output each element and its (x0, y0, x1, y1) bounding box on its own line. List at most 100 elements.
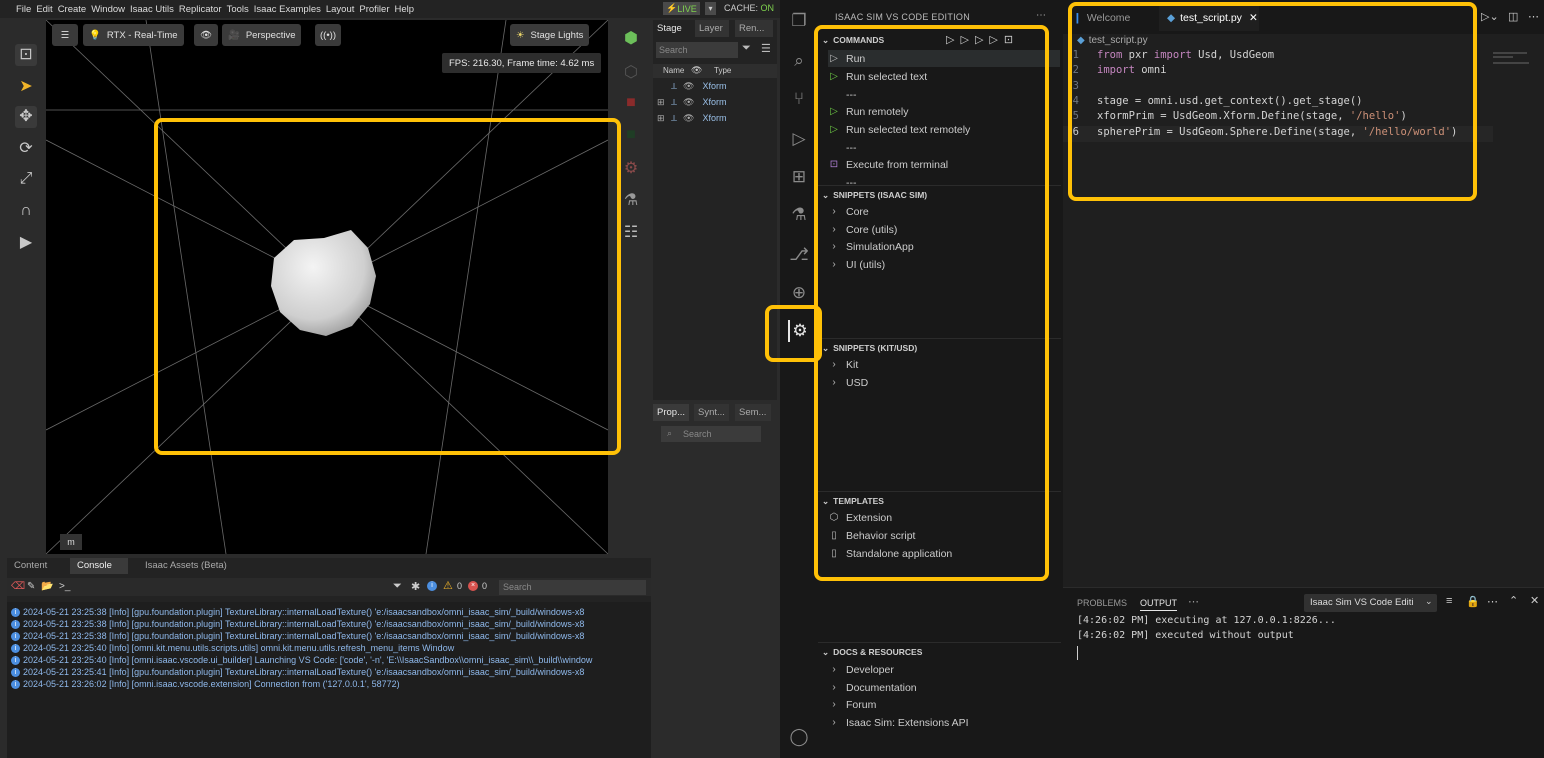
folder-icon[interactable]: 📂 (41, 581, 53, 592)
live-dropdown-button[interactable]: ▾ (705, 2, 716, 15)
select-arrow-icon[interactable]: ➤ (15, 76, 37, 98)
render-mode-button[interactable]: 💡 RTX - Real-Time (83, 24, 184, 46)
terminal-icon[interactable]: >_ (59, 581, 70, 592)
menu-profiler[interactable]: Profiler (359, 4, 389, 15)
snippet-usd[interactable]: › USD (828, 374, 868, 391)
run-selected-remote-icon[interactable]: ▷ (989, 34, 1003, 46)
output-channel-select[interactable]: Isaac Sim VS Code Editi (1304, 594, 1437, 612)
tab-content[interactable]: Content (7, 558, 54, 574)
list-icon[interactable]: ≡ (1446, 595, 1452, 607)
viewport[interactable]: ☰ 💡 RTX - Real-Time 👁 🎥 Perspective ((•)) … (46, 20, 608, 554)
stage-row[interactable]: ⊞ ⟂ 👁 Xform (657, 95, 726, 109)
visibility-icon[interactable]: 👁 (683, 113, 694, 124)
templates-header[interactable]: ⌄ TEMPLATES (822, 493, 884, 509)
run-selected-icon[interactable]: ▷ (960, 34, 974, 46)
filter-icon[interactable]: ⏷ (393, 580, 402, 593)
more-actions-icon[interactable]: ⋯ (1036, 10, 1046, 21)
menu-edit[interactable]: Edit (36, 4, 52, 15)
snap-select-icon[interactable]: ⊡ (15, 44, 37, 66)
snippets-isaac-header[interactable]: ⌄ SNIPPETS (ISAAC SIM) (822, 187, 927, 203)
tab-render[interactable]: Ren... (735, 20, 773, 37)
cube-dark-icon[interactable]: ■ (620, 124, 642, 146)
broadcast-icon[interactable]: ((•)) (315, 24, 341, 46)
error-icon[interactable]: × (468, 581, 478, 591)
menu-icon[interactable]: ☰ (761, 42, 771, 55)
command-run-selected[interactable]: ▷ Run selected text (828, 68, 927, 85)
tab-output[interactable]: OUTPUT (1140, 598, 1177, 611)
more-actions-icon[interactable]: ⋯ (1528, 10, 1539, 23)
snippet-core[interactable]: › Core (828, 203, 868, 220)
docs-developer[interactable]: › Developer (828, 661, 894, 678)
account-icon[interactable]: ◯ (788, 726, 810, 748)
stage-row[interactable]: ⊞ ⟂ 👁 Xform (657, 111, 726, 125)
snippets-kit-header[interactable]: ⌄ SNIPPETS (KIT/USD) (822, 340, 917, 356)
tab-console[interactable]: Console (70, 558, 128, 574)
split-editor-icon[interactable]: ◫ (1508, 10, 1518, 23)
menu-replicator[interactable]: Replicator (179, 4, 222, 15)
run-remote-icon[interactable]: ▷ (975, 34, 989, 46)
tab-semantics[interactable]: Sem... (735, 404, 771, 421)
docs-extensions-api[interactable]: › Isaac Sim: Extensions API (828, 714, 968, 731)
live-button[interactable]: ⚡ LIVE (663, 2, 700, 15)
tab-synthetic[interactable]: Synt... (694, 404, 729, 421)
remote-icon[interactable]: ⊕ (788, 282, 810, 304)
command-run-remotely[interactable]: ▷ Run remotely (828, 103, 908, 120)
template-extension[interactable]: ⬡ Extension (828, 509, 893, 526)
command-run[interactable]: ▷ Run (828, 50, 1060, 67)
snippet-kit[interactable]: › Kit (828, 356, 858, 373)
commands-header[interactable]: ⌄ COMMANDS (822, 32, 884, 48)
expand-icon[interactable]: ⊞ (657, 97, 671, 108)
tab-isaac-assets[interactable]: Isaac Assets (Beta) (138, 558, 234, 574)
lock-icon[interactable]: 🔒 (1466, 595, 1480, 608)
docs-header[interactable]: ⌄ DOCS & RESOURCES (822, 644, 922, 660)
visibility-icon[interactable]: 👁 (683, 97, 694, 108)
menu-help[interactable]: Help (394, 4, 414, 15)
template-standalone[interactable]: ▯ Standalone application (828, 545, 952, 562)
viewport-settings-icon[interactable]: ☰ (52, 24, 78, 46)
menu-layout[interactable]: Layout (326, 4, 355, 15)
cube-red-icon[interactable]: ■ (620, 92, 642, 114)
isaac-sim-icon[interactable]: ⚙ (788, 320, 810, 342)
move-icon[interactable]: ✥ (15, 106, 37, 128)
stage-lights-button[interactable]: ☀ Stage Lights (510, 24, 590, 46)
tab-property[interactable]: Prop... (653, 404, 689, 421)
filter-icon[interactable]: ⏷ (742, 42, 751, 55)
close-icon[interactable]: ✕ (1249, 12, 1258, 24)
stage-row[interactable]: ⟂ 👁 Xform (657, 79, 726, 93)
breadcrumb[interactable]: ◆ test_script.py (1077, 35, 1148, 46)
more-actions-icon[interactable]: ⋯ (1487, 595, 1498, 608)
console-search-input[interactable]: Search (499, 580, 646, 595)
rotate-icon[interactable]: ⟳ (15, 138, 37, 160)
menu-window[interactable]: Window (91, 4, 125, 15)
tab-test-script[interactable]: ◆ test_script.py ✕ (1159, 5, 1259, 31)
info-filter-icon[interactable]: i (427, 581, 437, 591)
minimap[interactable] (1491, 40, 1535, 70)
maximize-icon[interactable]: ⌃ (1509, 594, 1518, 607)
stage-search-input[interactable]: Search (656, 42, 738, 58)
menu-create[interactable]: Create (58, 4, 87, 15)
snippet-simulationapp[interactable]: › SimulationApp (828, 238, 913, 255)
run-debug-icon[interactable]: ▷ (788, 128, 810, 150)
clear-icon[interactable]: ⌫ (11, 581, 25, 592)
run-icon[interactable]: ▷ (946, 34, 960, 46)
scale-icon[interactable]: ⤢ (15, 168, 37, 190)
tab-stage[interactable]: Stage (653, 20, 688, 37)
tab-welcome[interactable]: ❙ Welcome (1073, 8, 1130, 28)
testing-icon[interactable]: ⚗ (788, 204, 810, 226)
eye-icon[interactable]: 👁 (194, 24, 218, 46)
run-file-icon[interactable]: ▷⌄ (1481, 10, 1499, 23)
play-icon[interactable]: ▶ (15, 232, 37, 254)
tab-problems[interactable]: PROBLEMS (1077, 598, 1127, 608)
edit-icon[interactable]: ✎ (27, 581, 35, 592)
visibility-icon[interactable]: 👁 (683, 81, 694, 92)
source-control-icon[interactable]: ⑂ (788, 88, 810, 110)
menu-tools[interactable]: Tools (227, 4, 249, 15)
command-run-selected-remotely[interactable]: ▷ Run selected text remotely (828, 121, 970, 138)
code-editor[interactable]: 1 from pxr import Usd, UsdGeom 2 import om… (1063, 49, 1493, 149)
sliders-icon[interactable]: ☷ (620, 222, 642, 244)
menu-isaac-utils[interactable]: Isaac Utils (130, 4, 174, 15)
snippet-ui-utils[interactable]: › UI (utils) (828, 256, 885, 273)
warning-icon[interactable]: ⚠ (443, 579, 453, 592)
cube-disabled-icon[interactable]: ⬡ (620, 62, 642, 84)
template-behavior-script[interactable]: ▯ Behavior script (828, 527, 915, 544)
